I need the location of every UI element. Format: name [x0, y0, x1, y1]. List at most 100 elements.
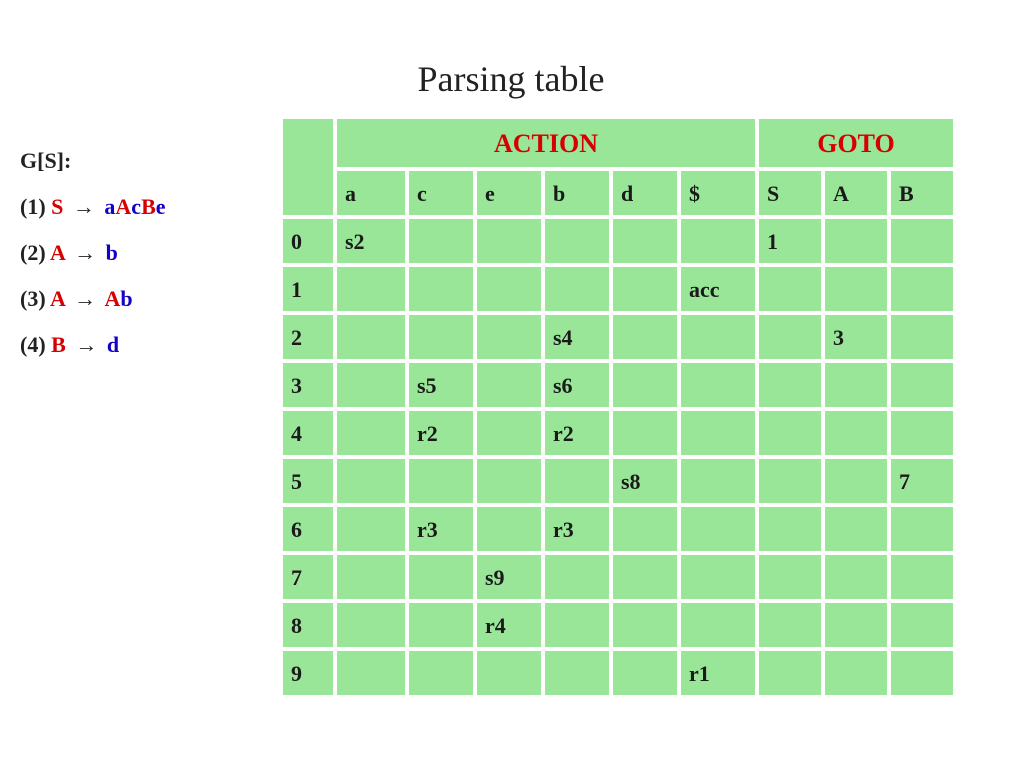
- cell: [759, 267, 821, 311]
- cell: [759, 507, 821, 551]
- state-cell: 7: [283, 555, 333, 599]
- state-cell: 6: [283, 507, 333, 551]
- terminal: e: [156, 194, 166, 219]
- cell: [613, 315, 677, 359]
- cell: [545, 603, 609, 647]
- cell: [477, 315, 541, 359]
- cell: [825, 459, 887, 503]
- col-d: d: [613, 171, 677, 215]
- terminal: b: [120, 286, 132, 311]
- cell: [613, 507, 677, 551]
- cell: [759, 315, 821, 359]
- cell: [337, 411, 405, 455]
- cell: [613, 219, 677, 263]
- rule-number: (2): [20, 240, 46, 265]
- cell: [891, 651, 953, 695]
- grammar-header: G[S]:: [20, 150, 270, 172]
- grammar-block: G[S]: (1) S → aAcBe (2) A → b (3) A → Ab…: [20, 150, 270, 380]
- cell: s4: [545, 315, 609, 359]
- col-a: a: [337, 171, 405, 215]
- cell: r2: [545, 411, 609, 455]
- grammar-rule-2: (2) A → b: [20, 242, 270, 264]
- cell: [477, 507, 541, 551]
- cell: [545, 459, 609, 503]
- table-row: 0 s2 1: [283, 219, 953, 263]
- cell: [409, 651, 473, 695]
- cell: [825, 651, 887, 695]
- cell: [337, 555, 405, 599]
- terminal: a: [104, 194, 115, 219]
- cell: [825, 507, 887, 551]
- arrow-icon: →: [70, 286, 100, 311]
- table-row: 4 r2 r2: [283, 411, 953, 455]
- cell: [891, 603, 953, 647]
- cell: [545, 219, 609, 263]
- cell: [825, 219, 887, 263]
- cell: [891, 555, 953, 599]
- action-header: ACTION: [337, 119, 755, 167]
- rule-rhs: b: [106, 240, 118, 265]
- table-row: 8 r4: [283, 603, 953, 647]
- col-b: b: [545, 171, 609, 215]
- state-cell: 5: [283, 459, 333, 503]
- cell: [891, 363, 953, 407]
- table-row: 7 s9: [283, 555, 953, 599]
- cell: [409, 267, 473, 311]
- cell: [825, 267, 887, 311]
- state-cell: 4: [283, 411, 333, 455]
- cell: [613, 411, 677, 455]
- cell: s8: [613, 459, 677, 503]
- cell: 7: [891, 459, 953, 503]
- table-subheader-row: a c e b d $ S A B: [283, 171, 953, 215]
- cell: r3: [545, 507, 609, 551]
- cell: [477, 219, 541, 263]
- cell: 3: [825, 315, 887, 359]
- cell: [337, 315, 405, 359]
- cell: [759, 459, 821, 503]
- col-A: A: [825, 171, 887, 215]
- state-cell: 1: [283, 267, 333, 311]
- goto-header: GOTO: [759, 119, 953, 167]
- cell: [681, 363, 755, 407]
- cell: [545, 267, 609, 311]
- table-row: 3 s5 s6: [283, 363, 953, 407]
- cell: [409, 603, 473, 647]
- arrow-icon: →: [70, 240, 100, 265]
- table-row: 2 s4 3: [283, 315, 953, 359]
- cell: s9: [477, 555, 541, 599]
- cell: [681, 219, 755, 263]
- cell: [409, 315, 473, 359]
- cell: [825, 411, 887, 455]
- cell: [337, 507, 405, 551]
- nonterminal: A: [104, 286, 120, 311]
- cell: [613, 267, 677, 311]
- col-B: B: [891, 171, 953, 215]
- table-row: 1 acc: [283, 267, 953, 311]
- state-cell: 0: [283, 219, 333, 263]
- arrow-icon: →: [71, 332, 101, 357]
- cell: [759, 651, 821, 695]
- cell: [891, 267, 953, 311]
- cell: [825, 555, 887, 599]
- cell: [681, 459, 755, 503]
- rule-lhs: A: [50, 240, 65, 265]
- cell: 1: [759, 219, 821, 263]
- cell: [891, 315, 953, 359]
- cell: [759, 411, 821, 455]
- cell: [681, 507, 755, 551]
- state-cell: 9: [283, 651, 333, 695]
- cell: [891, 219, 953, 263]
- cell: r2: [409, 411, 473, 455]
- col-dollar: $: [681, 171, 755, 215]
- cell: s6: [545, 363, 609, 407]
- parsing-table-wrap: ACTION GOTO a c e b d $ S A B 0 s2: [279, 115, 957, 699]
- state-cell: 2: [283, 315, 333, 359]
- cell: [477, 459, 541, 503]
- table-row: 5 s8 7: [283, 459, 953, 503]
- nonterminal: B: [141, 194, 156, 219]
- cell: [759, 555, 821, 599]
- cell: [825, 363, 887, 407]
- table-row: 9 r1: [283, 651, 953, 695]
- cell: [337, 363, 405, 407]
- terminal: d: [107, 332, 119, 357]
